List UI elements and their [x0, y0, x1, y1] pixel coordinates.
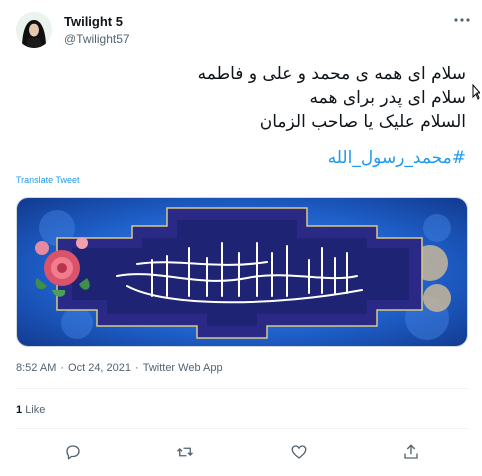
like-icon — [291, 445, 307, 459]
avatar-woman-hijab-icon — [16, 12, 52, 48]
hashtag-link[interactable]: #محمد_رسول_الله — [328, 148, 466, 168]
tweet-line: سلام ای پدر برای همه — [309, 88, 466, 108]
mouse-cursor-icon — [472, 84, 480, 100]
retweet-button[interactable] — [174, 441, 196, 463]
tweet-line: السلام علیک یا صاحب الزمان — [259, 112, 466, 132]
likes-stat[interactable]: 1 Like — [16, 404, 45, 416]
reply-button[interactable] — [62, 441, 84, 463]
more-options-button[interactable] — [452, 10, 472, 30]
tweet-time[interactable]: 8:52 AM — [16, 362, 56, 374]
meta-separator: · — [60, 362, 65, 374]
author-display-name[interactable]: Twilight 5 — [64, 14, 123, 29]
tweet-detail: Twilight 5 @Twilight57 سلام ای همه ی محم… — [0, 0, 482, 476]
avatar[interactable] — [16, 12, 52, 48]
reply-icon — [66, 445, 80, 460]
tweet-meta: 8:52 AM · Oct 24, 2021 · Twitter Web App — [16, 362, 223, 374]
tweet-text: سلام ای همه ی محمد و علی و فاطمه سلام ای… — [26, 62, 466, 134]
translate-tweet-link[interactable]: Translate Tweet — [16, 175, 80, 185]
tweet-line: سلام ای همه ی محمد و علی و فاطمه — [197, 64, 466, 84]
share-button[interactable] — [400, 441, 422, 463]
tweet-date[interactable]: Oct 24, 2021 — [68, 362, 131, 374]
retweet-icon — [177, 447, 193, 457]
tweet-source[interactable]: Twitter Web App — [143, 362, 223, 374]
author-handle[interactable]: @Twilight57 — [64, 32, 130, 46]
calligraphy-banner-image — [17, 198, 467, 346]
divider — [16, 428, 468, 429]
tweet-image[interactable] — [16, 197, 468, 347]
share-icon — [404, 444, 418, 459]
likes-label: Like — [25, 404, 46, 416]
likes-count: 1 — [16, 404, 23, 416]
like-button[interactable] — [288, 441, 310, 463]
divider — [16, 388, 468, 389]
meta-separator: · — [135, 362, 139, 374]
more-horizontal-icon — [454, 18, 470, 22]
